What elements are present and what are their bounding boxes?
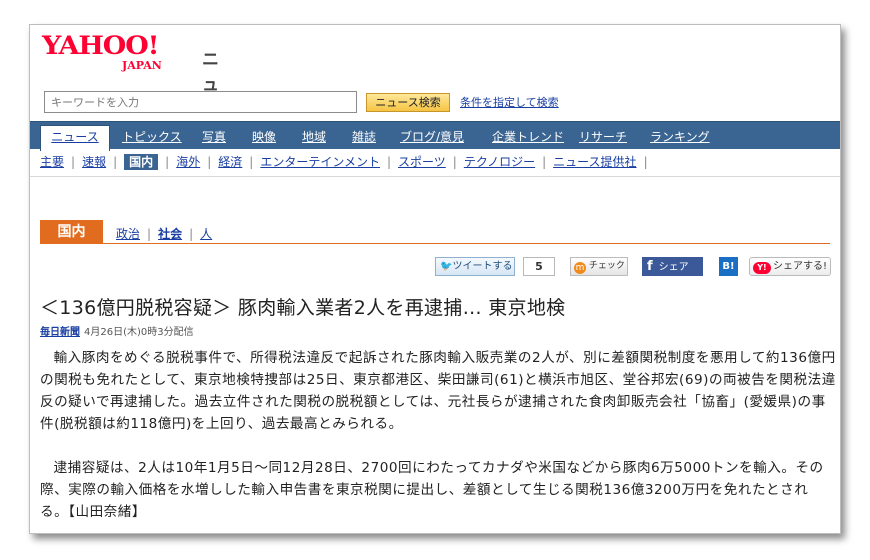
category-link-politics[interactable]: 政治 [116, 227, 140, 241]
hatena-bookmark-button[interactable]: B! [719, 257, 738, 276]
yahoo-icon: Y! [753, 262, 771, 274]
article-date: 4月26日(木)0時3分配信 [84, 327, 194, 338]
tab-topics[interactable]: トピックス [122, 128, 182, 145]
tweet-label: ツイートする [452, 261, 513, 272]
logo-wordmark: YAHOO! [42, 31, 159, 60]
main-nav: ニュース トピックス 写真 映像 地域 雑誌 ブログ/意見 企業トレンド リサー… [30, 121, 840, 151]
category-links: 政治 | 社会 | 人 [116, 227, 213, 241]
yahoo-japan-logo[interactable]: YAHOO! JAPAN ニュース [42, 31, 219, 145]
sub-nav: 主要 | 速報 | 国内 | 海外 | 経済 | エンターテインメント | スポーツ | テクノロジー | ニュ… [40, 154, 648, 170]
news-search-button[interactable]: ニュース検索 [366, 93, 450, 112]
category-link-society[interactable]: 社会 [158, 227, 182, 241]
tab-research[interactable]: リサーチ [579, 128, 627, 145]
facebook-label: シェア [658, 262, 689, 273]
subnav-entertainment[interactable]: エンターテインメント [260, 155, 380, 169]
tab-video[interactable]: 映像 [252, 128, 276, 145]
subnav-world[interactable]: 海外 [176, 155, 200, 169]
mixi-icon: m [574, 262, 586, 274]
article-meta: 毎日新聞 4月26日(木)0時3分配信 [40, 323, 194, 338]
tab-ranking[interactable]: ランキング [650, 128, 710, 145]
article-source-link[interactable]: 毎日新聞 [40, 327, 80, 338]
site-header: YAHOO! JAPAN ニュース [30, 25, 840, 145]
tab-blog-opinion[interactable]: ブログ/意見 [400, 128, 464, 145]
advanced-search-link[interactable]: 条件を指定して検索 [460, 94, 559, 110]
logo-japan-text: JAPAN [122, 59, 162, 72]
tweet-count: 5 [523, 257, 555, 276]
subnav-sports[interactable]: スポーツ [398, 155, 446, 169]
tab-business-trends[interactable]: 企業トレンド [492, 128, 564, 145]
mixi-check-button[interactable]: m チェック [570, 257, 628, 276]
article-paragraph: 逮捕容疑は、2人は10年1月5日～同12月28日、2700回にわたってカナダや米… [40, 460, 824, 520]
yahoo-share-label: シェアする! [773, 261, 828, 272]
search-input[interactable] [44, 91, 357, 113]
article-title: ＜136億円脱税容疑＞ 豚肉輸入業者2人を再逮捕… 東京地検 [40, 297, 566, 319]
category-label: 国内 [40, 220, 103, 244]
yahoo-share-button[interactable]: Y! シェアする! [749, 257, 831, 276]
subnav-breaking[interactable]: 速報 [82, 155, 106, 169]
tab-photos[interactable]: 写真 [202, 128, 226, 145]
article-paragraph: 輸入豚肉をめぐる脱税事件で、所得税法違反で起訴された豚肉輸入販売業の2人が、別に… [40, 350, 836, 432]
category-link-people[interactable]: 人 [200, 227, 212, 241]
category-underline [40, 243, 830, 244]
facebook-share-button[interactable]: f シェア [642, 257, 703, 276]
nav-divider [30, 176, 840, 177]
tab-magazine[interactable]: 雑誌 [352, 128, 376, 145]
browser-page: YAHOO! JAPAN ニュース ニュース検索 条件を指定して検索 ニュース … [29, 24, 841, 534]
tab-news[interactable]: ニュース [40, 125, 110, 151]
tweet-button[interactable]: 🐦ツイートする [435, 257, 515, 276]
subnav-technology[interactable]: テクノロジー [464, 155, 535, 169]
subnav-domestic[interactable]: 国内 [124, 154, 159, 170]
search-bar: ニュース検索 条件を指定して検索 [44, 91, 824, 113]
category-bar: 国内 政治 | 社会 | 人 [40, 220, 830, 244]
check-label: チェック [588, 261, 625, 271]
twitter-bird-icon: 🐦 [440, 261, 453, 272]
subnav-main[interactable]: 主要 [40, 155, 64, 169]
subnav-economy[interactable]: 経済 [218, 155, 242, 169]
article-body: 輸入豚肉をめぐる脱税事件で、所得税法違反で起訴された豚肉輸入販売業の2人が、別に… [40, 347, 836, 533]
tab-local[interactable]: 地域 [302, 128, 326, 145]
subnav-providers[interactable]: ニュース提供社 [553, 155, 636, 169]
facebook-icon: f [647, 259, 653, 274]
